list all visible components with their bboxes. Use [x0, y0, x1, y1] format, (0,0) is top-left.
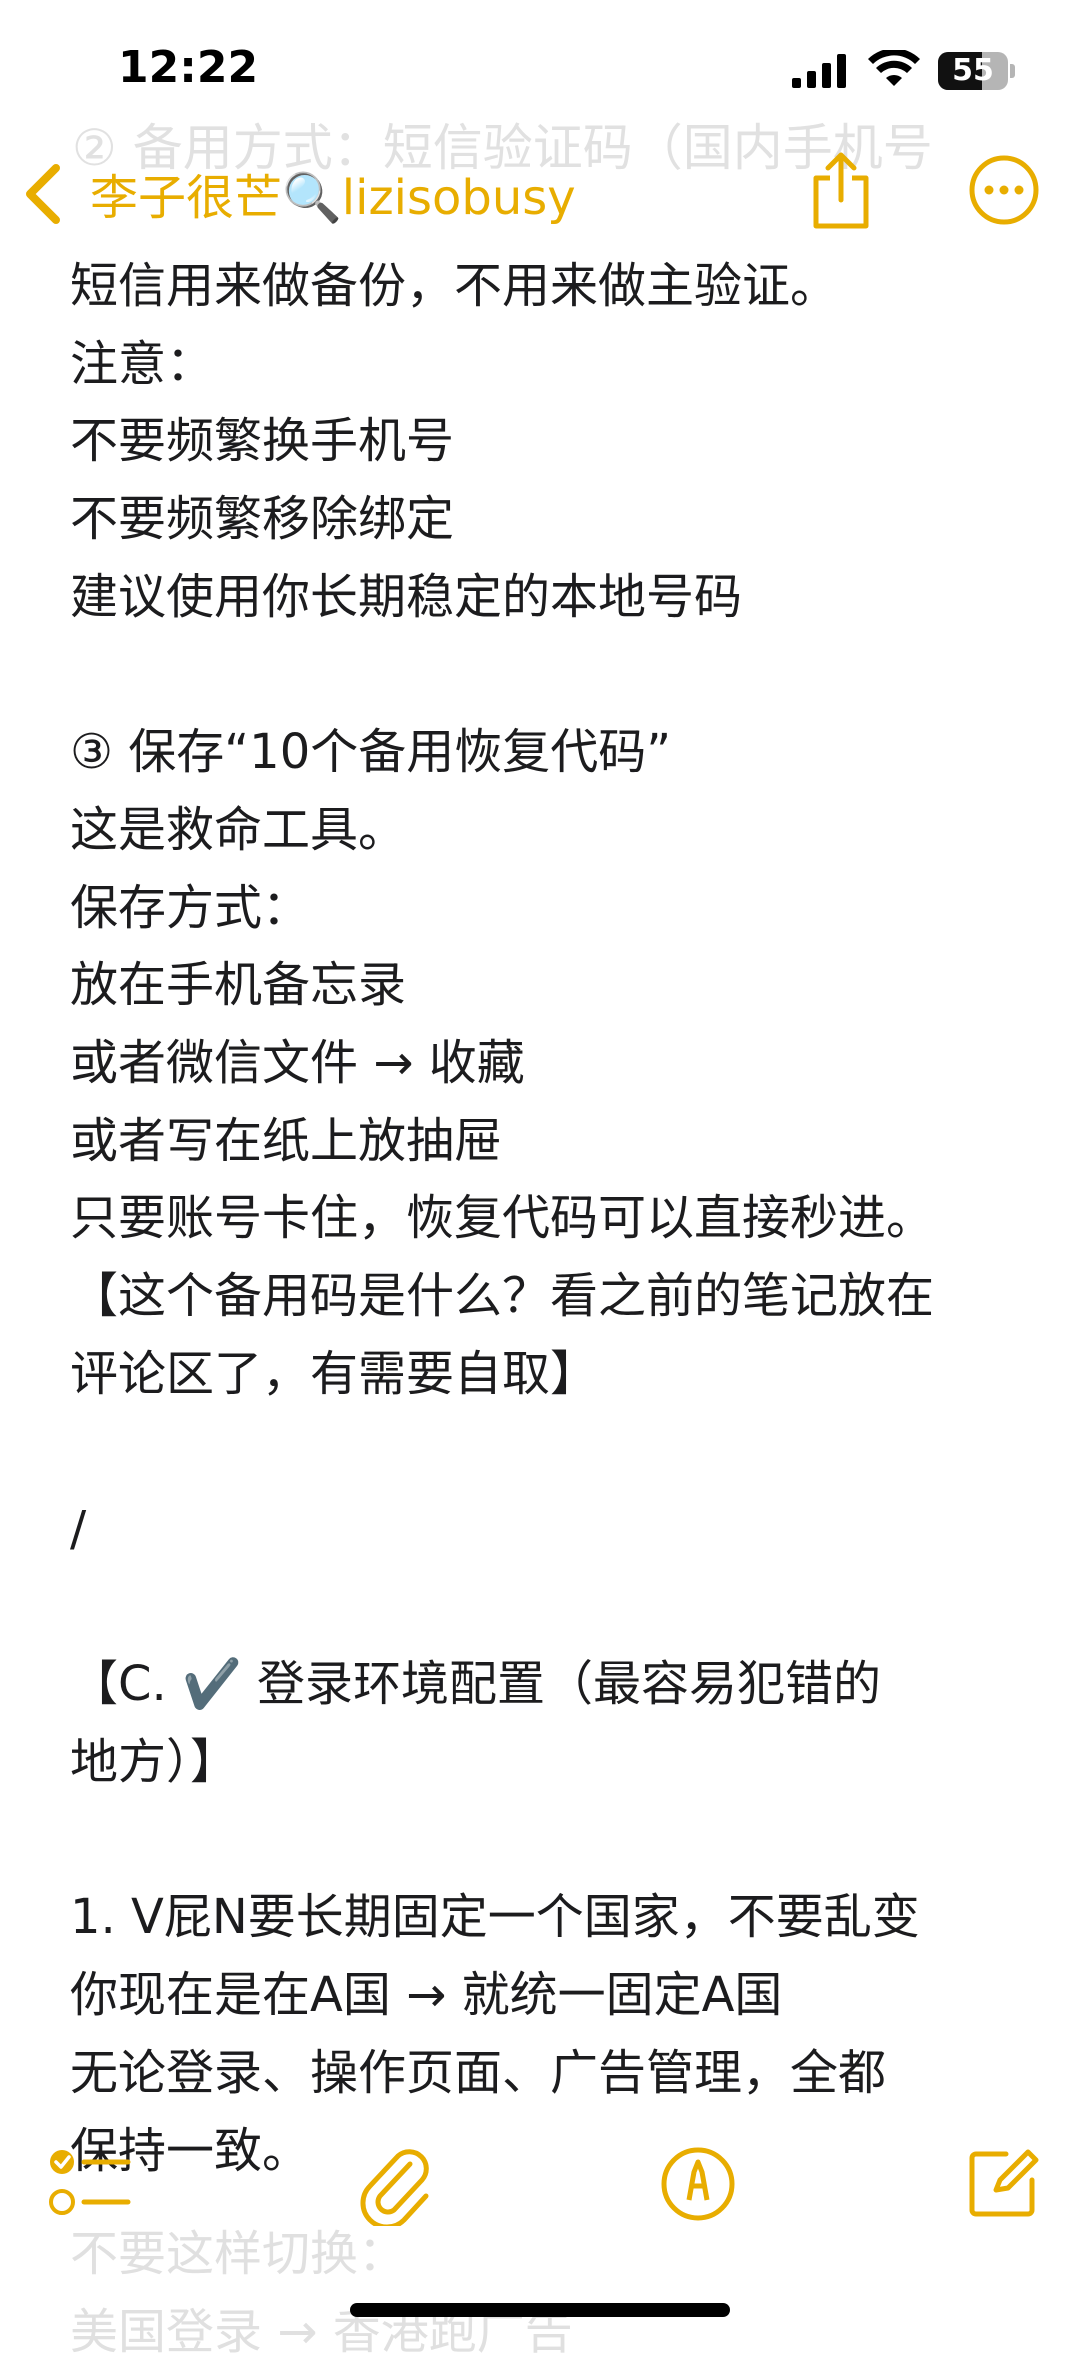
note-line: 【这个备用码是什么？看之前的笔记放在	[70, 1267, 935, 1324]
markup-pen-icon[interactable]	[660, 2146, 736, 2222]
status-time: 12:22	[118, 42, 259, 93]
chevron-left-icon[interactable]	[20, 162, 64, 226]
note-line: ③ 保存“10个备用恢复代码”	[70, 724, 672, 781]
note-line: 或者写在纸上放抽屉	[70, 1112, 503, 1169]
note-line: 建议使用你长期稳定的本地号码	[70, 568, 743, 625]
note-line: 这是救命工具。	[70, 801, 407, 858]
battery-level: 55	[952, 53, 994, 88]
checklist-icon[interactable]	[48, 2146, 132, 2222]
note-line: 放在手机备忘录	[70, 957, 407, 1014]
note-line: 不要频繁移除绑定	[70, 491, 455, 548]
note-line: 1. V屁N要长期固定一个国家，不要乱变	[70, 1889, 920, 1946]
note-line	[70, 1413, 1030, 1491]
bottom-toolbar	[0, 2120, 1080, 2270]
more-icon[interactable]	[968, 154, 1040, 226]
note-line: 保存方式：	[70, 879, 311, 936]
note-line: 注意：	[70, 335, 215, 392]
note-line	[70, 1569, 1030, 1647]
note-line: 短信用来做备份，不用来做主验证。	[70, 258, 839, 314]
note-line: /	[70, 1501, 87, 1557]
note-line: 只要账号卡住，恢复代码可以直接秒进。	[70, 1190, 935, 1247]
cellular-signal-icon	[792, 54, 846, 88]
note-line: 评论区了，有需要自取】	[70, 1345, 599, 1402]
home-indicator[interactable]	[350, 2303, 730, 2317]
battery-cap	[1010, 64, 1015, 78]
note-body[interactable]: 短信用来做备份，不用来做主验证。 注意： 不要频繁换手机号 不要频繁移除绑定 建…	[70, 248, 1030, 2190]
note-line	[70, 636, 1030, 714]
paperclip-icon[interactable]	[360, 2146, 436, 2226]
compose-icon[interactable]	[966, 2146, 1040, 2220]
status-bar: 12:22 55	[0, 0, 1080, 140]
note-line: 无论登录、操作页面、广告管理，全都	[70, 2044, 887, 2101]
battery-icon: 55	[938, 52, 1008, 90]
note-line: 不要频繁换手机号	[70, 413, 455, 470]
wifi-icon	[868, 50, 920, 86]
note-line: 你现在是在A国 → 就统一固定A国	[70, 1967, 783, 2024]
note-line	[70, 1802, 1030, 1880]
note-line: 或者微信文件 → 收藏	[70, 1034, 525, 1091]
back-button[interactable]: 李子很芒🔍lizisobusy	[90, 158, 576, 228]
note-line: 地方）】	[70, 1734, 239, 1791]
navigation-bar: 李子很芒🔍lizisobusy	[0, 140, 1080, 250]
note-line: 【C. ✔️ 登录环境配置（最容易犯错的	[70, 1656, 882, 1713]
share-icon[interactable]	[808, 150, 874, 232]
